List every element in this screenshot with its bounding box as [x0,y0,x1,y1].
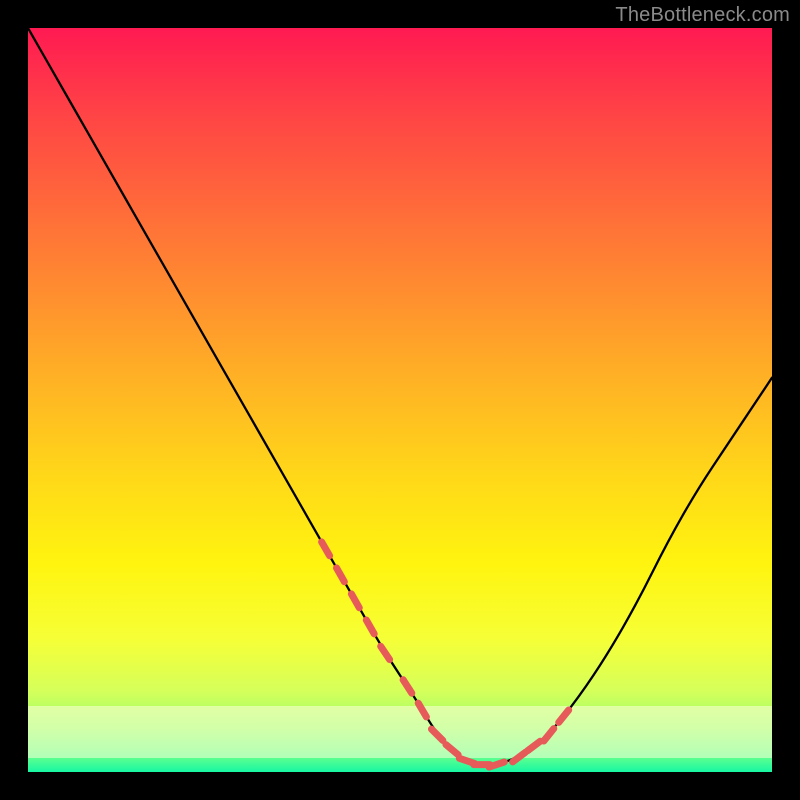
highlight-dash [528,741,541,751]
frame: TheBottleneck.com [0,0,800,800]
bottleneck-curve [28,28,772,765]
highlight-dash [403,680,412,694]
curve-svg [28,28,772,772]
highlight-dot [383,651,388,656]
plot-area [28,28,772,772]
highlight-dot [517,755,522,760]
highlight-dot [479,762,484,767]
highlight-dash [337,568,345,582]
highlight-dash [559,710,569,722]
watermark-text: TheBottleneck.com [615,4,790,27]
highlight-dot [420,708,425,713]
highlight-dot [450,747,455,752]
highlight-dot [353,599,358,604]
highlight-marks [322,542,569,767]
highlight-dot [323,546,328,551]
highlight-dash [366,620,374,634]
highlight-dash [489,762,504,767]
highlight-dash [432,729,443,740]
highlight-dot [546,732,551,737]
